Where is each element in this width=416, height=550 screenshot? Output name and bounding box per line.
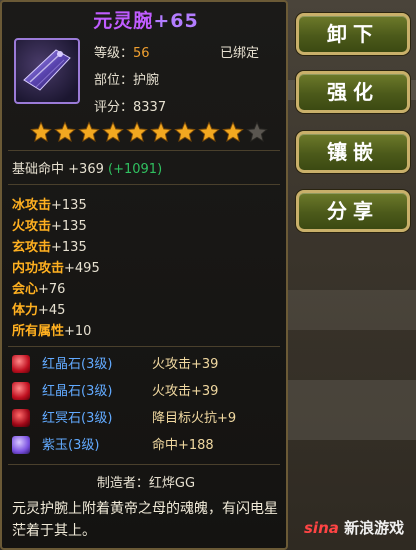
attribute-row: 玄攻击+135 [12,237,100,258]
attribute-name: 体力 [12,303,39,318]
score-label: 评分： [94,100,134,115]
star-filled-icon [54,121,76,142]
attribute-row: 所有属性+10 [12,321,100,342]
purple-jade-icon [12,436,30,454]
item-name: 元灵腕 [93,10,154,32]
red-dark-gem-icon [12,409,30,427]
attribute-name: 火攻击 [12,219,52,234]
maker-label: 制造者：红烨GG [96,476,196,491]
gem-row[interactable]: 红冥石(3级) 降目标火抗+9 [12,408,284,435]
gem-effect: 火攻击+39 [152,357,219,372]
base-stat-value: +369 [68,162,104,177]
star-filled-icon [126,121,148,142]
attribute-list: 冰攻击+135 火攻击+135 玄攻击+135 内功攻击+495 会心+76 体… [12,195,100,342]
gem-name: 红晶石(3级) [42,384,113,399]
attribute-value: +10 [64,324,92,339]
star-filled-icon [150,121,172,142]
gem-name: 红冥石(3级) [42,411,113,426]
item-description: 元灵护腕上附着黄帝之母的魂魄，有闪电星茫着于其上。 [12,501,278,539]
bracer-icon[interactable] [14,38,80,104]
enhance-button[interactable]: 强化 [296,71,410,113]
item-title: 元灵腕+65 [2,6,290,33]
gem-effect: 降目标火抗+9 [152,411,237,426]
star-filled-icon [198,121,220,142]
bg-strip [288,380,416,440]
base-stat-bonus: (+1091) [108,162,163,177]
attribute-value: +495 [64,261,100,276]
attribute-name: 所有属性 [12,324,65,339]
attribute-name: 玄攻击 [12,240,52,255]
attribute-row: 内功攻击+495 [12,258,100,279]
watermark-text: 新浪游戏 [344,519,405,537]
red-gem-icon [12,355,30,373]
gem-effect: 命中+188 [152,438,214,453]
attribute-row: 会心+76 [12,279,100,300]
star-filled-icon [222,121,244,142]
attribute-row: 体力+45 [12,300,100,321]
level-value: 56 [133,46,150,61]
attribute-name: 会心 [12,282,39,297]
star-filled-icon [174,121,196,142]
bg-strip [288,290,416,330]
attribute-value: +135 [51,240,87,255]
attribute-name: 内功攻击 [12,261,65,276]
star-rating [30,121,270,143]
red-gem-icon [12,382,30,400]
gem-row[interactable]: 红晶石(3级) 火攻击+39 [12,381,284,408]
attribute-row: 冰攻击+135 [12,195,100,216]
star-filled-icon [78,121,100,142]
share-button[interactable]: 分享 [296,190,410,232]
attribute-row: 火攻击+135 [12,216,100,237]
slot-label: 部位： [94,73,134,88]
gem-row[interactable]: 红晶石(3级) 火攻击+39 [12,354,284,381]
gem-row[interactable]: 紫玉(3级) 命中+188 [12,435,284,462]
bound-status: 已绑定 [220,46,260,61]
attribute-value: +76 [38,282,66,297]
gem-effect: 火攻击+39 [152,384,219,399]
base-stat-label: 基础命中 [12,162,65,177]
divider [8,184,280,185]
attribute-value: +45 [38,303,66,318]
attribute-value: +135 [51,198,87,213]
divider [8,150,280,151]
divider [8,346,280,347]
unequip-button[interactable]: 卸下 [296,13,410,55]
gem-list: 红晶石(3级) 火攻击+39 红晶石(3级) 火攻击+39 红冥石(3级) 降目… [12,354,284,462]
slot-value: 护腕 [133,73,160,88]
item-enhance-level: +65 [153,10,199,32]
gem-name: 紫玉(3级) [42,438,100,453]
score-row: 评分：8337 [94,96,166,115]
attribute-name: 冰攻击 [12,198,52,213]
star-filled-icon [102,121,124,142]
base-stat-row: 基础命中 +369 (+1091) [12,158,162,177]
score-value: 8337 [133,100,167,115]
watermark-brand: sina [304,519,339,537]
slot-row: 部位：护腕 [94,69,159,88]
sina-watermark: sina 新浪游戏 [304,517,404,538]
level-row: 等级：56 [94,42,150,61]
level-label: 等级： [94,46,134,61]
star-filled-icon [30,121,52,142]
divider [8,464,280,465]
star-empty-icon [246,121,268,142]
item-tooltip-panel: 元灵腕+65 等级：56 已绑定 部位：护腕 评分：8337 基础命中 +369… [0,0,288,550]
gem-name: 红晶石(3级) [42,357,113,372]
inlay-button[interactable]: 镶嵌 [296,131,410,173]
attribute-value: +135 [51,219,87,234]
